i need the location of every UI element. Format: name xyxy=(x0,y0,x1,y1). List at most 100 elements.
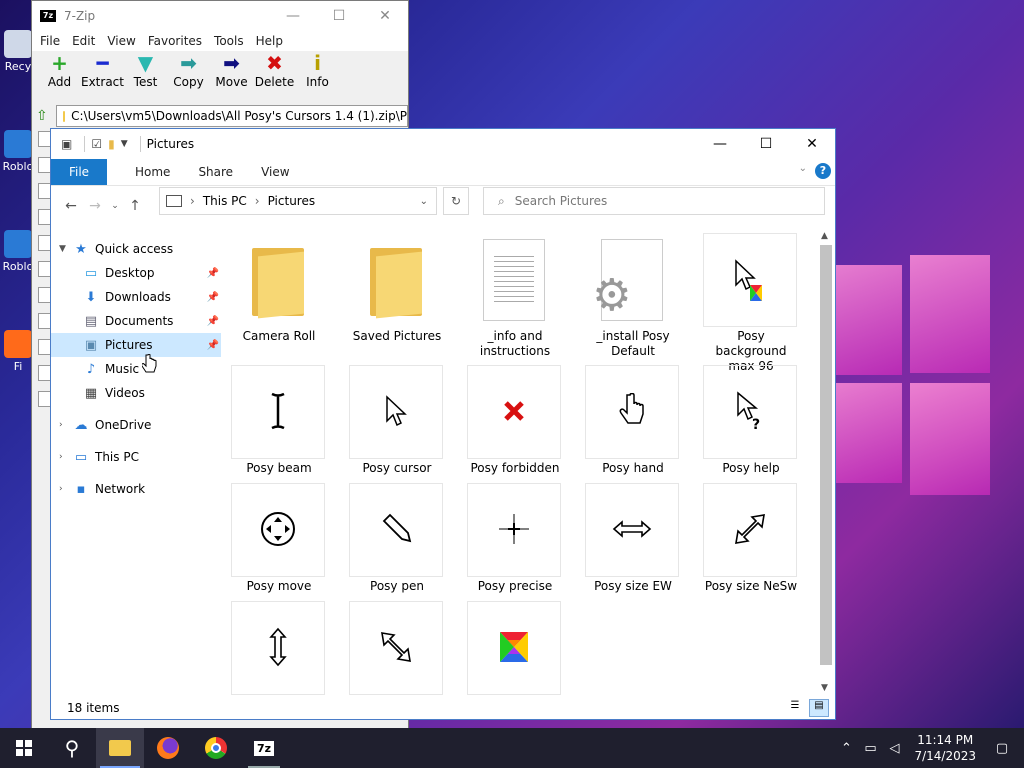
maximize-button[interactable]: ☐ xyxy=(743,129,789,159)
minimize-button[interactable]: — xyxy=(697,129,743,159)
network-icon[interactable]: ▭ xyxy=(858,741,882,756)
file-item-label: Posy cursor xyxy=(362,461,432,475)
up-folder-icon[interactable]: ⇧ xyxy=(36,108,56,124)
delete-button[interactable]: ✖ Delete xyxy=(253,51,296,89)
file-item[interactable]: Posy forbidden xyxy=(467,365,563,476)
recent-locations-icon[interactable]: ⌄ xyxy=(107,201,123,211)
new-folder-icon[interactable]: ▮ xyxy=(108,137,115,151)
tree-item-this-pc[interactable]: › ▭ This PC xyxy=(51,445,221,469)
breadcrumb-this-pc[interactable]: This PC xyxy=(203,194,247,208)
extract-button[interactable]: ━ Extract xyxy=(81,51,124,89)
tree-item-label: Pictures xyxy=(105,338,153,352)
move-button[interactable]: ➡ Move xyxy=(210,51,253,89)
chevron-right-icon[interactable]: › xyxy=(59,452,73,462)
file-item[interactable]: Posy pen xyxy=(349,483,445,594)
file-item[interactable]: Posy size NeSw xyxy=(703,483,799,594)
file-item[interactable]: Posy size EW xyxy=(585,483,681,594)
taskbar-chrome[interactable] xyxy=(192,728,240,768)
chevron-right-icon[interactable]: › xyxy=(59,420,73,430)
chevron-up-icon[interactable]: ⌃ xyxy=(834,741,858,756)
this-pc-icon xyxy=(166,195,182,207)
help-icon[interactable]: ? xyxy=(815,163,831,179)
clock-time: 11:14 PM xyxy=(917,733,974,747)
tree-item-pictures[interactable]: ▣ Pictures 📌 xyxy=(51,333,221,357)
sevenzip-titlebar[interactable]: 7z 7-Zip — ☐ ✕ xyxy=(32,1,408,31)
info-button[interactable]: i Info xyxy=(296,51,339,89)
scrollbar-thumb[interactable] xyxy=(820,245,832,665)
file-item[interactable]: _info and instructions xyxy=(467,233,563,359)
test-button[interactable]: ▼ Test xyxy=(124,51,167,89)
file-item[interactable] xyxy=(349,601,445,697)
tree-item-music[interactable]: ♪ Music xyxy=(51,357,221,381)
tree-item-network[interactable]: › ▪ Network xyxy=(51,477,221,501)
pictures-icon: ▣ xyxy=(84,337,98,353)
large-icons-view-icon[interactable]: ▤ xyxy=(809,699,829,717)
file-item[interactable]: ⚙ _install Posy Default xyxy=(585,233,681,359)
clock[interactable]: 11:14 PM 7/14/2023 xyxy=(914,732,976,764)
tree-item-quick-access[interactable]: ▼ ★ Quick access xyxy=(51,237,221,261)
file-item[interactable]: Camera Roll xyxy=(231,233,327,344)
tree-item-videos[interactable]: ▦ Videos xyxy=(51,381,221,405)
tab-view[interactable]: View xyxy=(261,165,289,179)
menu-item-help[interactable]: Help xyxy=(256,34,283,48)
file-item[interactable]: Posy cursor xyxy=(349,365,445,476)
menu-item-favorites[interactable]: Favorites xyxy=(148,34,202,48)
file-item[interactable]: Posy precise xyxy=(467,483,563,594)
file-item[interactable]: Posy move xyxy=(231,483,327,594)
start-button[interactable] xyxy=(0,728,48,768)
taskbar-file-explorer[interactable] xyxy=(96,728,144,768)
tree-item-downloads[interactable]: ⬇ Downloads 📌 xyxy=(51,285,221,309)
file-item[interactable]: Posy background max 96 xyxy=(703,233,799,374)
menu-item-view[interactable]: View xyxy=(107,34,135,48)
tab-home[interactable]: Home xyxy=(135,165,170,179)
extract-icon: ━ xyxy=(96,51,109,75)
close-button[interactable]: ✕ xyxy=(789,129,835,159)
file-item[interactable]: Posy hand xyxy=(585,365,681,476)
tab-share[interactable]: Share xyxy=(198,165,233,179)
search-box[interactable]: ⌕ Search Pictures xyxy=(483,187,825,215)
explorer-window[interactable]: ▣ ☑ ▮ ▼ Pictures — ☐ ✕ File Home Share Vie… xyxy=(50,128,836,720)
search-button[interactable]: ⚲ xyxy=(48,728,96,768)
move-label: Move xyxy=(215,75,248,89)
vertical-scrollbar[interactable]: ▲ ▼ xyxy=(819,231,833,693)
forward-icon[interactable]: → xyxy=(83,198,107,214)
tree-item-onedrive[interactable]: › ☁ OneDrive xyxy=(51,413,221,437)
file-item[interactable]: ? Posy help xyxy=(703,365,799,476)
sevenzip-path-field[interactable]: C:\Users\vm5\Downloads\All Posy's Cursor… xyxy=(56,105,408,127)
tab-file[interactable]: File xyxy=(51,159,107,185)
file-item[interactable]: Posy beam xyxy=(231,365,327,476)
add-button[interactable]: + Add xyxy=(38,51,81,89)
tree-item-documents[interactable]: ▤ Documents 📌 xyxy=(51,309,221,333)
close-button[interactable]: ✕ xyxy=(362,1,408,31)
chevron-down-icon[interactable]: ▼ xyxy=(59,244,73,254)
volume-muted-icon[interactable]: ◁ xyxy=(882,741,906,756)
tree-item-desktop[interactable]: ▭ Desktop 📌 xyxy=(51,261,221,285)
file-item[interactable] xyxy=(231,601,327,697)
refresh-button[interactable]: ↻ xyxy=(443,187,469,215)
up-icon[interactable]: ↑ xyxy=(123,198,147,214)
menu-item-edit[interactable]: Edit xyxy=(72,34,95,48)
notifications-icon[interactable]: ▢ xyxy=(990,741,1014,756)
taskbar-firefox[interactable] xyxy=(144,728,192,768)
breadcrumb-pictures[interactable]: Pictures xyxy=(268,194,316,208)
properties-icon[interactable]: ☑ xyxy=(91,137,102,151)
minimize-button[interactable]: — xyxy=(270,1,316,31)
maximize-button[interactable]: ☐ xyxy=(316,1,362,31)
back-icon[interactable]: ← xyxy=(59,198,83,214)
file-item[interactable] xyxy=(467,601,563,697)
folder-icon xyxy=(252,244,304,319)
explorer-app-icon: ▣ xyxy=(61,137,73,151)
menu-item-file[interactable]: File xyxy=(40,34,60,48)
chevron-right-icon[interactable]: › xyxy=(59,484,73,494)
details-view-icon[interactable]: ☰ xyxy=(785,699,805,717)
menu-item-tools[interactable]: Tools xyxy=(214,34,244,48)
copy-button[interactable]: ➡ Copy xyxy=(167,51,210,89)
chevron-down-icon[interactable]: ▼ xyxy=(121,139,128,149)
file-item[interactable]: Saved Pictures xyxy=(349,233,445,344)
expand-ribbon-icon[interactable]: ⌄ xyxy=(799,163,807,174)
address-bar[interactable]: › This PC › Pictures ⌄ xyxy=(159,187,437,215)
chevron-down-icon[interactable]: ⌄ xyxy=(420,196,428,207)
info-label: Info xyxy=(306,75,329,89)
taskbar-7zip[interactable]: 7z xyxy=(240,728,288,768)
explorer-titlebar[interactable]: ▣ ☑ ▮ ▼ Pictures — ☐ ✕ xyxy=(51,129,835,159)
